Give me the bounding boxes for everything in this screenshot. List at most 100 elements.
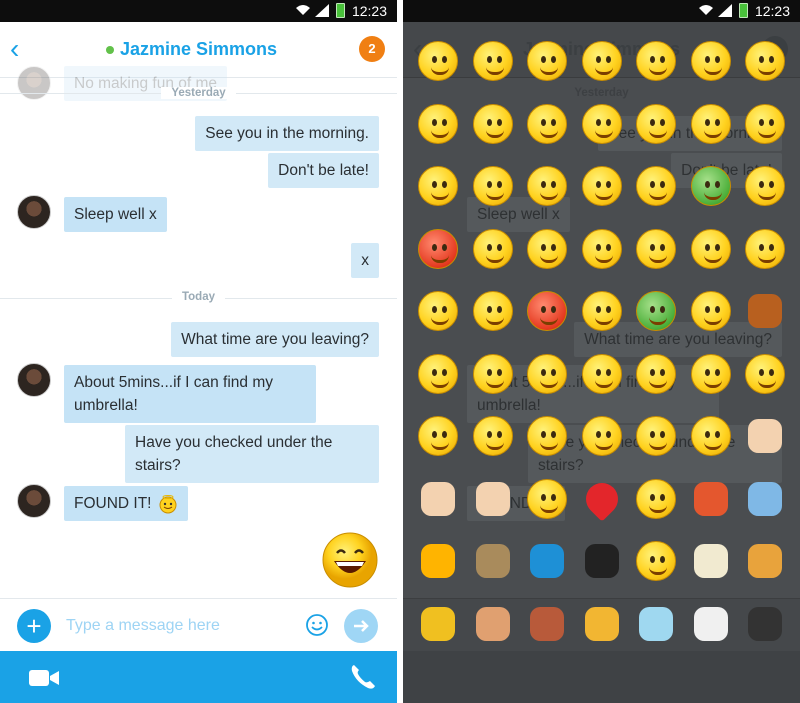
smirk-icon[interactable] <box>472 415 514 457</box>
smile-icon[interactable] <box>417 40 459 82</box>
back-chevron-icon[interactable]: ‹ <box>10 35 30 63</box>
whew-icon[interactable] <box>744 353 786 395</box>
dance-glyph <box>693 606 728 641</box>
emoticon-eye <box>650 306 655 313</box>
evil-grin-icon[interactable] <box>526 165 568 207</box>
emoticon-picker-screen: 12:23 ‹ Jazmine Simmons 2 Yesterday See … <box>403 0 800 703</box>
emoticon-face <box>472 353 513 394</box>
clapping-icon[interactable] <box>526 353 568 395</box>
angel-icon[interactable] <box>581 290 623 332</box>
emoticon-face <box>690 41 731 81</box>
sleepy-icon[interactable] <box>744 103 786 145</box>
message-bubble: Sleep well x <box>64 197 167 232</box>
puke-icon[interactable] <box>690 165 732 207</box>
kiss-icon[interactable] <box>526 103 568 145</box>
rofl-icon[interactable] <box>690 353 732 395</box>
message-input[interactable] <box>66 611 296 641</box>
yawn-icon[interactable] <box>635 165 677 207</box>
waiting-icon[interactable] <box>635 415 677 457</box>
wait-icon[interactable] <box>690 290 732 332</box>
emoticon-eye <box>432 243 437 251</box>
call-icon[interactable] <box>472 290 514 332</box>
tongue-out-icon[interactable] <box>581 103 623 145</box>
bow-icon[interactable] <box>635 353 677 395</box>
worried-icon[interactable] <box>581 228 623 270</box>
laugh-icon[interactable] <box>526 40 568 82</box>
avatar <box>17 363 51 397</box>
in-love-icon[interactable] <box>472 165 514 207</box>
doh-icon[interactable] <box>744 165 786 207</box>
emoticon-eye <box>595 368 601 376</box>
beer-icon[interactable] <box>581 603 623 645</box>
tmi-icon[interactable] <box>635 540 677 582</box>
music-icon[interactable] <box>526 540 568 582</box>
message-bubble: Don't be late! <box>268 153 379 188</box>
cash-icon[interactable] <box>417 603 459 645</box>
nod-icon[interactable] <box>526 415 568 457</box>
thinking-icon[interactable] <box>581 353 623 395</box>
nerd-icon[interactable] <box>690 228 732 270</box>
devil-icon[interactable] <box>526 290 568 332</box>
envy-icon[interactable] <box>635 290 677 332</box>
emo-icon[interactable] <box>690 415 732 457</box>
happy-icon[interactable] <box>417 415 459 457</box>
hi-icon[interactable] <box>417 290 459 332</box>
handshake-icon[interactable] <box>472 478 514 520</box>
crying-icon[interactable] <box>744 40 786 82</box>
angry-icon[interactable] <box>417 228 459 270</box>
emoticon-mouth <box>431 255 449 263</box>
emoticon-face <box>636 166 676 206</box>
tumbleweed-icon[interactable] <box>472 540 514 582</box>
bear-icon[interactable] <box>744 290 786 332</box>
shake-icon[interactable] <box>581 415 623 457</box>
bandit-icon[interactable] <box>581 540 623 582</box>
sweating-icon[interactable] <box>417 103 459 145</box>
talking-icon[interactable] <box>581 165 623 207</box>
contact-name[interactable]: Jazmine Simmons <box>120 39 277 60</box>
it-wasnt-me-icon[interactable] <box>472 228 514 270</box>
emoticon-mouth <box>703 130 722 138</box>
video-call-icon[interactable] <box>28 667 60 689</box>
dance-icon[interactable] <box>690 603 732 645</box>
make-up-icon[interactable] <box>417 353 459 395</box>
emoticon-grid <box>403 40 800 660</box>
phone-call-icon[interactable] <box>348 662 378 692</box>
facepalm-icon[interactable] <box>526 478 568 520</box>
tumbleweed-glyph <box>475 544 510 578</box>
blush-icon[interactable] <box>635 103 677 145</box>
cool-sunglasses-icon[interactable] <box>581 40 623 82</box>
emoticon-face <box>527 228 567 269</box>
add-content-button[interactable]: + <box>17 609 51 643</box>
emoticon-picker-icon[interactable] <box>305 613 329 637</box>
cake-icon[interactable] <box>526 603 568 645</box>
thumbs-up-icon[interactable] <box>744 415 786 457</box>
fingers-crossed-icon[interactable] <box>635 478 677 520</box>
message-list[interactable]: No making fun of me Yesterday See you in… <box>0 66 397 598</box>
drink-icon[interactable] <box>635 603 677 645</box>
giggle-icon[interactable] <box>472 353 514 395</box>
wondering-icon[interactable] <box>690 103 732 145</box>
pizza-icon[interactable] <box>744 540 786 582</box>
thumbs-down-icon[interactable] <box>417 478 459 520</box>
ninja-icon[interactable] <box>744 603 786 645</box>
emoticon-face <box>472 228 513 269</box>
emoticon-mouth <box>649 67 667 75</box>
mmm-icon[interactable] <box>635 228 677 270</box>
dull-icon[interactable] <box>417 165 459 207</box>
lips-sealed-icon[interactable] <box>744 228 786 270</box>
flower-icon[interactable] <box>690 478 732 520</box>
wink-icon[interactable] <box>690 40 732 82</box>
send-button[interactable] <box>344 609 378 643</box>
coffee-icon[interactable] <box>690 540 732 582</box>
muscle-icon[interactable] <box>472 603 514 645</box>
speechless-icon[interactable] <box>472 103 514 145</box>
sun-icon[interactable] <box>417 540 459 582</box>
worried-icon[interactable] <box>472 40 514 82</box>
surprised-icon[interactable] <box>635 40 677 82</box>
unread-badge[interactable]: 2 <box>359 36 385 62</box>
party-icon[interactable] <box>526 228 568 270</box>
emoticon-face <box>527 353 567 394</box>
emoticon-mouth <box>540 317 558 325</box>
rain-icon[interactable] <box>744 478 786 520</box>
heart-icon[interactable] <box>578 475 625 522</box>
